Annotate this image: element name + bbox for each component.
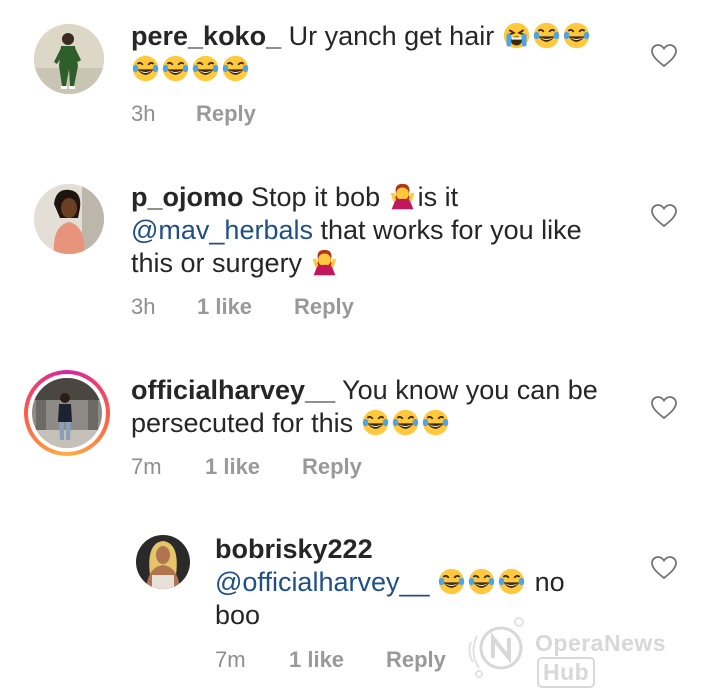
tears-of-joy-emoji-icon xyxy=(361,408,390,437)
loudly-crying-emoji-icon xyxy=(502,21,531,50)
comment-text: this or surgery xyxy=(131,248,303,278)
heart-icon[interactable] xyxy=(651,204,677,228)
comment-text: persecuted for this xyxy=(131,408,354,438)
avatar[interactable] xyxy=(34,184,104,254)
heart-icon[interactable] xyxy=(651,556,677,580)
reply-button[interactable]: Reply xyxy=(294,294,354,320)
heart-icon[interactable] xyxy=(651,44,677,68)
tears-of-joy-emoji-icon xyxy=(467,567,496,596)
tears-of-joy-emoji-icon xyxy=(421,408,450,437)
username[interactable]: bobrisky222 xyxy=(215,534,373,564)
timestamp: 7m xyxy=(131,454,162,479)
comment-text: no xyxy=(534,567,565,597)
avatar-photo-icon xyxy=(34,184,104,254)
avatar[interactable] xyxy=(136,535,190,589)
tears-of-joy-emoji-icon xyxy=(437,567,466,596)
tears-of-joy-emoji-icon xyxy=(391,408,420,437)
comment-text: Ur yanch get hair xyxy=(288,21,495,51)
likes-count[interactable]: 1 like xyxy=(197,294,252,320)
woman-shrugging-emoji-icon xyxy=(310,248,339,277)
comment-body: officialharvey__ You know you can be per… xyxy=(131,374,631,440)
avatar-photo-icon xyxy=(136,535,190,589)
reply-button[interactable]: Reply xyxy=(386,647,446,673)
avatar-photo-icon xyxy=(32,378,102,448)
comment-body: p_ojomo Stop it bob is it @mav_herbals t… xyxy=(131,181,631,280)
mention-link[interactable]: @mav_herbals xyxy=(131,215,313,245)
reply-button[interactable]: Reply xyxy=(196,101,256,127)
comment-text: that works for you like xyxy=(320,215,582,245)
username[interactable]: p_ojomo xyxy=(131,182,244,212)
watermark-hub: Hub xyxy=(537,657,596,688)
comment-text: Stop it bob xyxy=(251,182,381,212)
comment-text: You know you can be xyxy=(342,375,598,405)
watermark-text: OperaNewsHub xyxy=(535,630,715,688)
tears-of-joy-emoji-icon xyxy=(497,567,526,596)
tears-of-joy-emoji-icon xyxy=(191,54,220,83)
username[interactable]: officialharvey__ xyxy=(131,375,335,405)
tears-of-joy-emoji-icon xyxy=(562,21,591,50)
likes-count[interactable]: 1 like xyxy=(205,454,260,480)
heart-icon[interactable] xyxy=(651,396,677,420)
timestamp: 3h xyxy=(131,294,156,319)
comment-body: pere_koko_ Ur yanch get hair xyxy=(131,20,631,86)
avatar[interactable] xyxy=(34,24,104,94)
likes-count[interactable]: 1 like xyxy=(289,647,344,673)
avatar[interactable] xyxy=(32,378,102,448)
tears-of-joy-emoji-icon xyxy=(221,54,250,83)
timestamp: 7m xyxy=(215,647,246,672)
timestamp: 3h xyxy=(131,101,156,126)
tears-of-joy-emoji-icon xyxy=(131,54,160,83)
watermark-brand: OperaNews xyxy=(535,630,667,656)
opera-news-logo-icon xyxy=(468,617,524,678)
mention-link[interactable]: @officialharvey__ xyxy=(215,567,430,597)
opera-news-watermark: OperaNewsHub xyxy=(465,612,715,688)
avatar-photo-icon xyxy=(34,24,104,94)
reply-button[interactable]: Reply xyxy=(302,454,362,480)
comment-text: boo xyxy=(215,600,261,630)
woman-shrugging-emoji-icon xyxy=(388,182,417,211)
tears-of-joy-emoji-icon xyxy=(161,54,190,83)
username[interactable]: pere_koko_ xyxy=(131,21,281,51)
comment-text: is it xyxy=(417,182,459,212)
tears-of-joy-emoji-icon xyxy=(532,21,561,50)
